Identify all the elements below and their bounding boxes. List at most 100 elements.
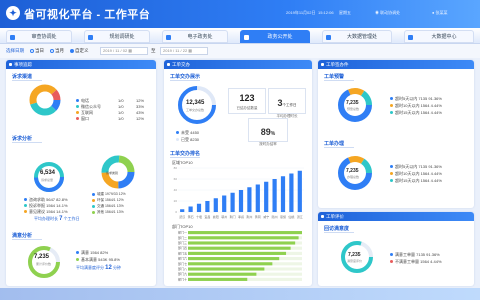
avg-score: 平均满意度评分 12 分钟 — [76, 265, 121, 271]
row-value: 543K — [98, 257, 108, 262]
radio-month[interactable]: 当月 — [50, 48, 64, 54]
panel-header: 工单签办件 — [318, 60, 474, 69]
revisit-total: 7,235 — [348, 252, 361, 258]
legend-dot — [390, 165, 393, 169]
legend-dot — [92, 204, 95, 208]
end-date-input[interactable]: 2019 / 11 / 22 ▦ — [160, 47, 208, 55]
bar — [222, 195, 227, 212]
legend-label: 未受 — [181, 130, 189, 135]
warning-total: 7,235 — [346, 100, 359, 106]
x-tick-label: 仙桃 — [288, 214, 294, 219]
row-value: 1564 — [420, 171, 430, 176]
tab-bigdata-mgmt[interactable]: 大数据管理处 — [322, 30, 392, 43]
row-label: 窗口 — [81, 116, 89, 121]
row-pct: 13% — [116, 210, 124, 214]
row-pct: 14.1% — [56, 209, 68, 214]
row-pct: 13% — [116, 204, 124, 208]
tab-egov[interactable]: 电子政务处 — [162, 30, 228, 43]
satisfaction-row: 满意 1564 82% — [76, 250, 108, 256]
row-label: 电话 — [81, 98, 89, 103]
row-pct: 4.44% — [430, 178, 442, 183]
ticket-total-label: 工单交办总数 — [186, 108, 205, 112]
legend-dot — [390, 253, 393, 257]
tab-bigdata-center[interactable]: 大数据中心 — [404, 30, 474, 43]
row-pct: 95.8% — [108, 257, 120, 262]
kpi-value: 89 — [260, 127, 271, 137]
kpi-completed: 123 已结办结数量 — [228, 88, 266, 114]
row-label: 城建 — [97, 192, 104, 196]
bar — [188, 246, 291, 250]
panel-header: 工单评价 — [318, 212, 474, 221]
date-separator: 至 — [151, 48, 156, 53]
row-value: 7135 — [416, 252, 426, 257]
legend-dot — [76, 258, 79, 262]
tab-public-affairs[interactable]: 政务公开处 — [240, 30, 310, 43]
x-tick-label: 鄂州 — [221, 214, 227, 219]
y-tick-label: 部门四 — [178, 245, 187, 250]
row-pct: 12% — [116, 198, 124, 202]
radio-icon — [50, 48, 54, 53]
bar — [280, 176, 286, 212]
tab-icon — [88, 35, 93, 40]
bar — [188, 236, 299, 240]
tab-label: 电子政务处 — [187, 34, 213, 40]
row-pct: 12% — [118, 192, 126, 196]
warning-row: 超时15天以内 1564 4.44% — [390, 110, 442, 116]
link-button[interactable]: ◉ 联动协调处 — [375, 10, 400, 16]
tab-icon — [326, 35, 331, 40]
channel-donut-chart — [29, 84, 61, 116]
right-panel-top: 工单签办件 工单预警 7,235 预警总数 超时5天以内 7135 91.36%… — [318, 60, 474, 208]
request-total-label: 诉求总量 — [41, 178, 54, 182]
radio-label: 当月 — [55, 48, 64, 53]
y-tick-label: 部门八 — [178, 266, 187, 271]
satisfaction-total-label: 累计评价数 — [36, 262, 52, 266]
radio-today[interactable]: 当日 — [30, 48, 44, 54]
legend-dot — [24, 198, 27, 202]
row-label: 互联网 — [81, 110, 93, 115]
row-value: 1/0 — [118, 116, 124, 121]
bar — [297, 170, 302, 212]
section-title: 工单办理 — [324, 141, 355, 148]
request-total: 6,534 — [40, 170, 56, 176]
legend-dot — [390, 97, 393, 101]
satisfaction-row: 基本满意 543K 95.8% — [76, 257, 120, 263]
legend-dot — [76, 111, 79, 115]
start-date-input[interactable]: 2019 / 11 / 02 ▦ — [100, 47, 148, 55]
handling-row: 超时15天以内 1564 4.44% — [390, 178, 442, 184]
bar — [205, 201, 210, 212]
user-menu[interactable]: ● 张某某 — [432, 10, 448, 16]
row-value: 1/0 — [118, 104, 124, 109]
legend-dot — [390, 179, 393, 183]
y-tick-label: 0 — [175, 210, 177, 214]
avg-label: 平均满意度评分 — [76, 265, 104, 270]
radio-icon — [30, 48, 34, 53]
legend-dot — [24, 204, 27, 208]
y-tick-label: 部门七 — [178, 261, 187, 266]
row-label: 咨询求助 — [29, 197, 45, 202]
row-label: 超时5天以内 — [395, 164, 418, 169]
left-panel: 事项追踪 诉求渠道 电话 1/0 12% 微信公众号 1/0 33% 互联网 1… — [6, 60, 156, 286]
handling-total: 7,235 — [346, 168, 359, 174]
row-value: 1564/1 — [104, 204, 116, 208]
panel-header: 事项追踪 — [6, 60, 156, 69]
legend-value: 8230 — [190, 137, 200, 142]
y-tick-label: 部门一 — [178, 230, 187, 235]
bar — [289, 173, 294, 212]
calendar-icon: ▦ — [128, 48, 133, 53]
row-label: 满意 — [81, 250, 89, 255]
y-tick-label: 部门六 — [178, 256, 187, 261]
kpi-duration: 3个工作日 平均办理时长 — [268, 88, 306, 118]
bar — [188, 267, 265, 271]
tab-label: 大数据管理处 — [346, 34, 377, 40]
tab-review[interactable]: 审查协调处 — [6, 30, 72, 43]
tab-planning[interactable]: 规划调研处 — [84, 30, 150, 43]
x-tick-label: 黄石 — [188, 214, 194, 219]
kpi-value: 123 — [239, 93, 255, 103]
radio-custom[interactable]: 自定义 — [70, 48, 89, 54]
row-value: 1564 — [420, 110, 430, 115]
page-title: 省可视化平台 - 工作平台 — [24, 9, 151, 21]
kpi-unit: 个工作日 — [282, 103, 297, 107]
y-tick-label: 部门三 — [178, 240, 187, 245]
region-bar-chart: 0 20 40 60 80 武汉 黄石 十堰 宜昌 襄阳 鄂州 荆门 孝感 荆州 黄冈 咸宁 随州 恩施 仙桃 潜江 — [174, 166, 304, 219]
tab-icon — [408, 35, 413, 40]
